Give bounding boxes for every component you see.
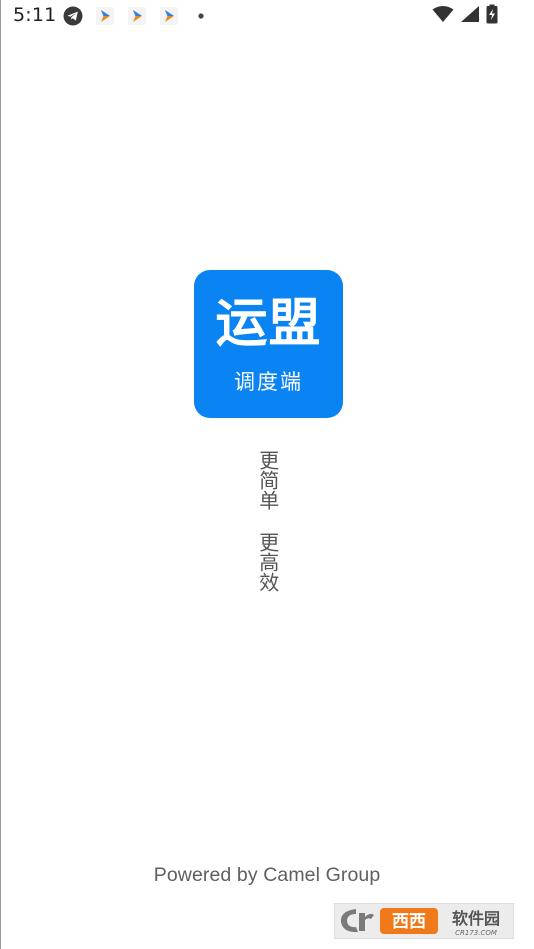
signal-icon: [460, 5, 480, 27]
screen-edge: [0, 0, 1, 949]
logo-subtitle: 调度端: [234, 370, 303, 394]
slogan-line-1: 更简单: [255, 450, 280, 510]
dot-icon: [190, 6, 212, 26]
app-arrow-icon: [94, 6, 116, 26]
status-bar: 5:11: [0, 0, 534, 32]
system-icons: [432, 4, 498, 28]
site-watermark: 西西 软件园 CR173.COM: [333, 902, 515, 940]
logo-title: 运盟: [215, 294, 322, 354]
wifi-icon: [432, 5, 454, 27]
battery-charging-icon: [486, 4, 498, 28]
watermark-text-a: 西西: [392, 912, 426, 932]
watermark-text-b: 软件园: [452, 909, 500, 928]
app-arrow-icon: [126, 6, 148, 26]
telegram-icon: [62, 6, 84, 26]
watermark-subtext: CR173.COM: [455, 929, 497, 937]
app-arrow-icon: [158, 6, 180, 26]
status-clock: 5:11: [13, 4, 57, 26]
app-logo: 运盟 调度端: [194, 270, 343, 418]
powered-by-text: Powered by Camel Group: [153, 864, 381, 886]
slogan-line-2: 更高效: [255, 532, 280, 592]
notification-icons: [62, 6, 212, 26]
slogan: 更简单 更高效: [253, 450, 281, 592]
